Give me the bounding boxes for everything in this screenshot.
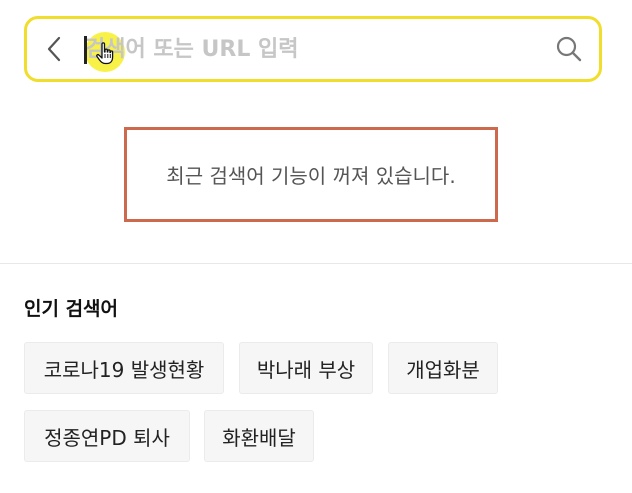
keyword-chip[interactable]: 개업화분	[388, 342, 498, 394]
chevron-left-icon	[47, 36, 61, 62]
search-bar	[24, 16, 602, 82]
keyword-chip[interactable]: 코로나19 발생현황	[24, 342, 224, 394]
keyword-chip[interactable]: 박나래 부상	[239, 342, 373, 394]
section-divider	[0, 263, 632, 264]
popular-keywords-title: 인기 검색어	[24, 298, 119, 320]
keyword-chip[interactable]: 화환배달	[204, 410, 314, 462]
back-button[interactable]	[39, 33, 69, 65]
search-page: 최근 검색어 기능이 꺼져 있습니다. 인기 검색어 코로나19 발생현황 박나…	[0, 0, 632, 493]
recent-search-notice: 최근 검색어 기능이 꺼져 있습니다.	[124, 127, 498, 222]
magnifier-icon	[556, 36, 582, 62]
notice-text: 최근 검색어 기능이 꺼져 있습니다.	[166, 164, 456, 188]
keyword-chip[interactable]: 정종연PD 퇴사	[24, 410, 190, 462]
hand-pointer-icon	[96, 42, 114, 65]
text-caret	[84, 36, 87, 64]
search-button[interactable]	[553, 33, 585, 65]
search-input[interactable]	[85, 29, 545, 69]
